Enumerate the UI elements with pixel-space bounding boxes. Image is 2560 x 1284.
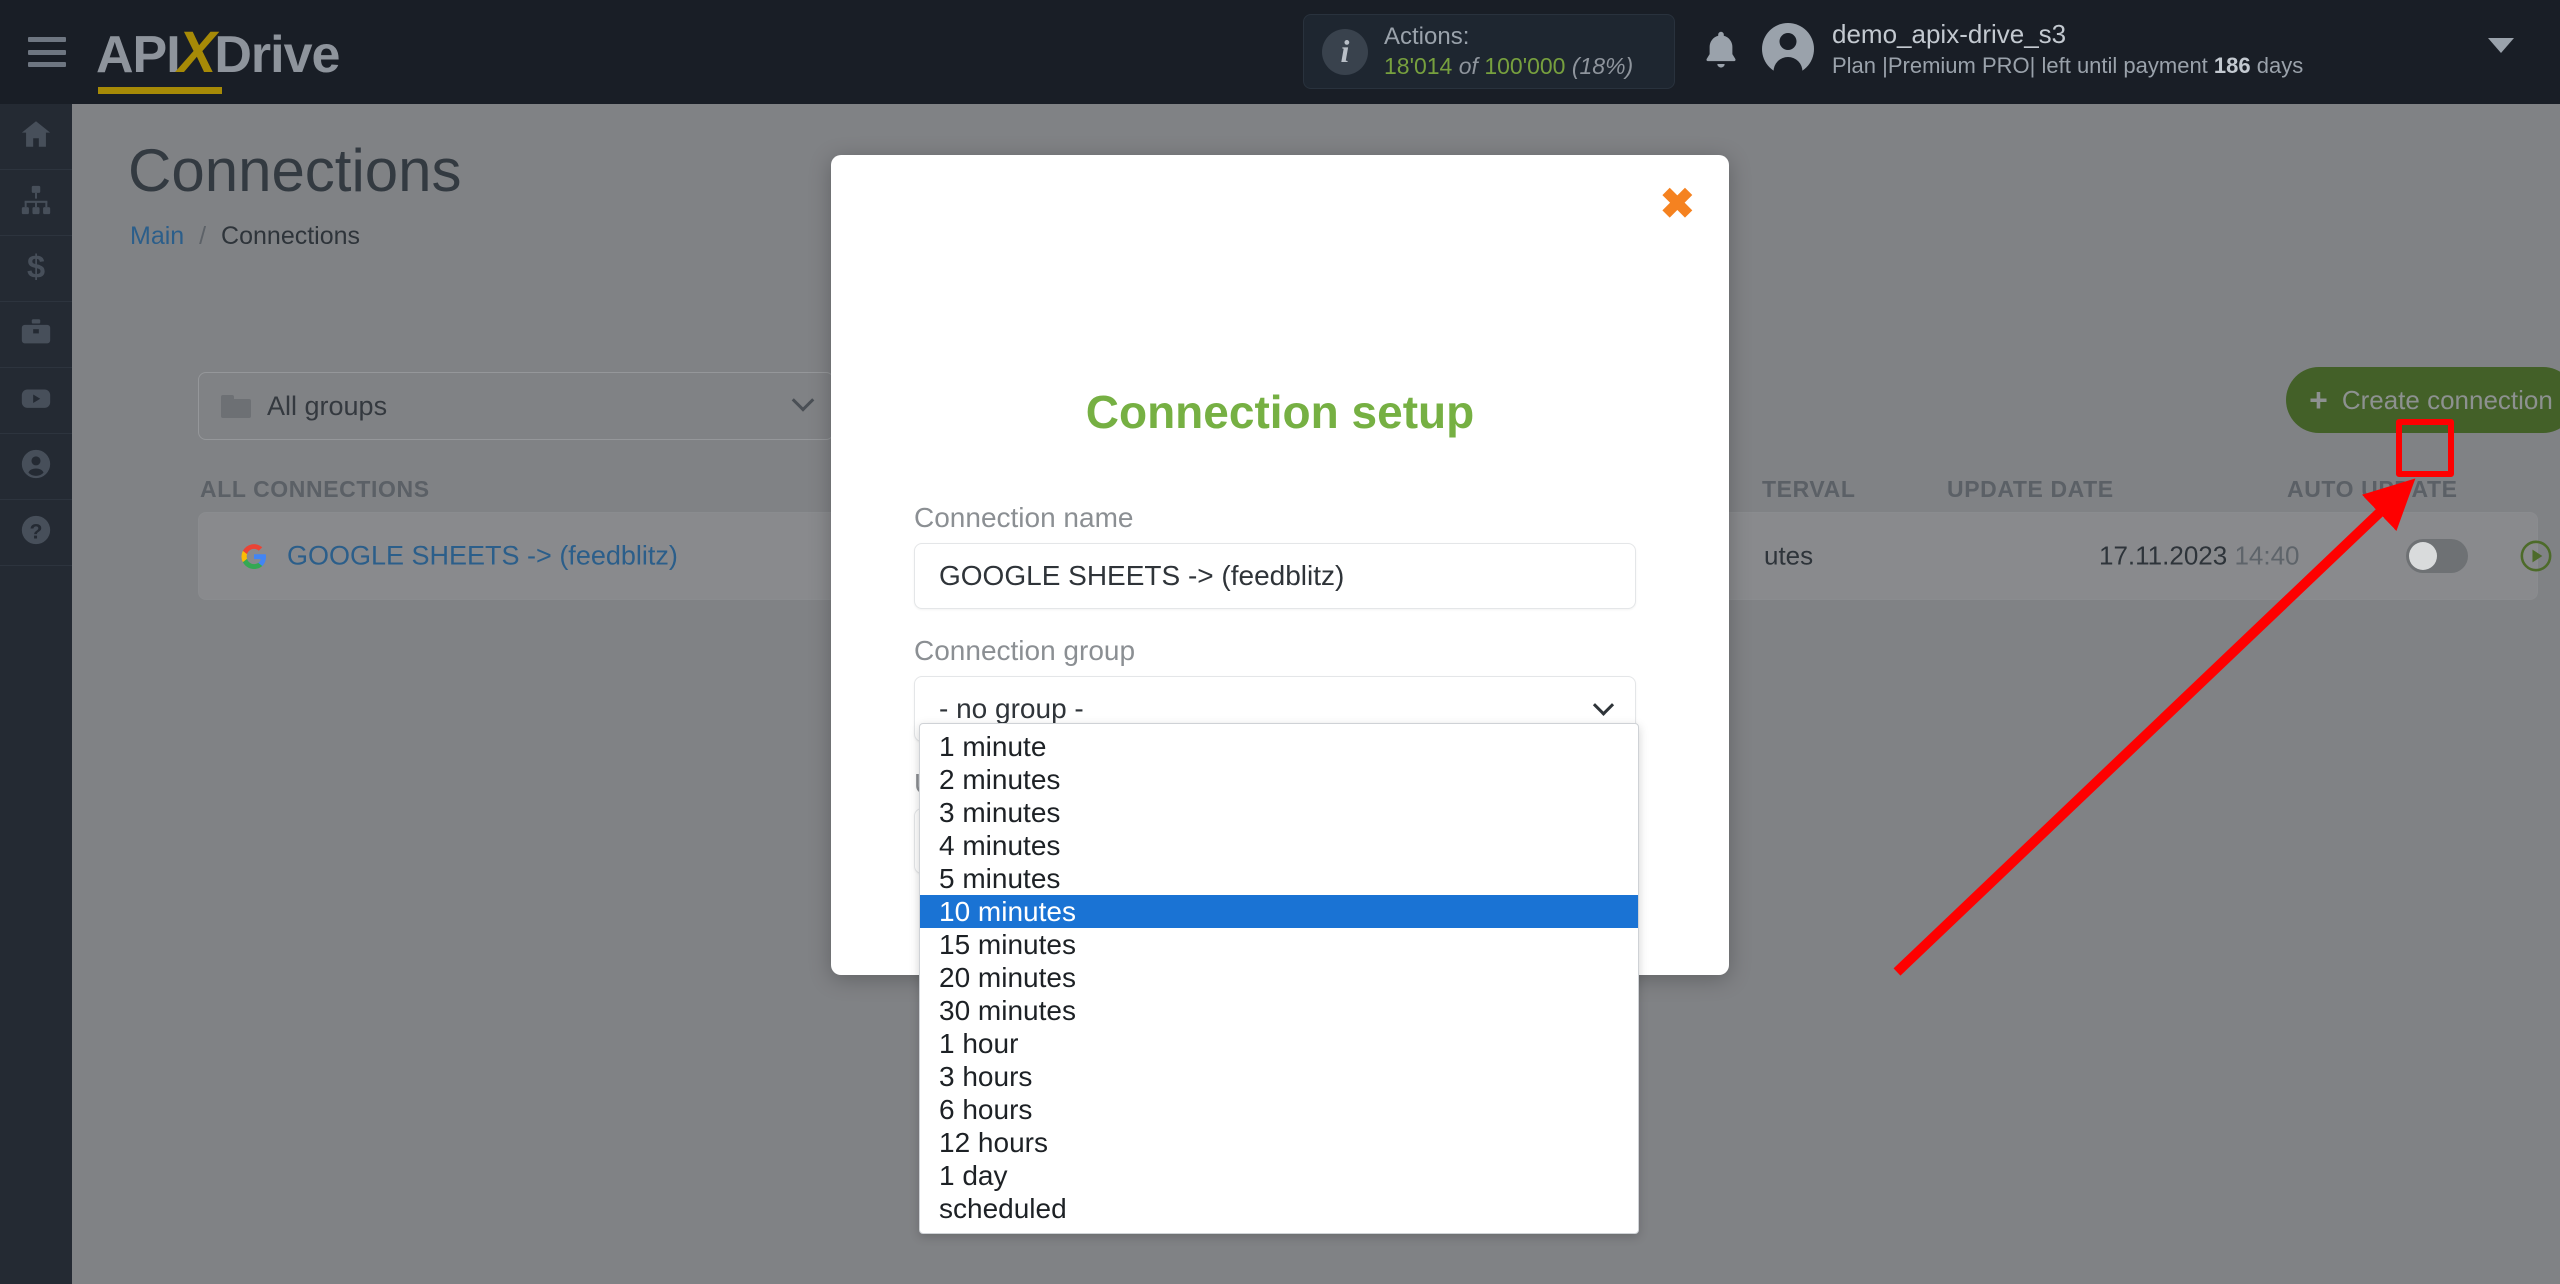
- run-now-icon[interactable]: [2519, 539, 2553, 573]
- update-interval-dropdown-list[interactable]: 1 minute 2 minutes 3 minutes 4 minutes 5 min…: [919, 723, 1639, 1234]
- interval-option[interactable]: 2 minutes: [920, 763, 1638, 796]
- interval-option[interactable]: 3 hours: [920, 1060, 1638, 1093]
- account-plan: Plan |Premium PRO| left until payment 18…: [1832, 52, 2303, 81]
- connection-interval-cell: utes: [1764, 540, 1814, 571]
- connection-update-date-cell: 17.11.2023 14:40: [2099, 541, 2300, 572]
- logo-underline: [98, 86, 222, 94]
- interval-option[interactable]: 1 minute: [920, 730, 1638, 763]
- breadcrumb-current: Connections: [221, 222, 361, 250]
- settings-gear-highlight-box: [2396, 419, 2454, 477]
- briefcase-icon: [19, 315, 53, 354]
- page-title: Connections: [128, 137, 462, 204]
- close-icon[interactable]: ✖: [1660, 183, 1695, 225]
- google-icon: [239, 541, 269, 571]
- breadcrumb: Main / Connections: [130, 222, 360, 251]
- interval-option[interactable]: 20 minutes: [920, 961, 1638, 994]
- chevron-down-icon: [791, 389, 815, 412]
- column-header-update-date: UPDATE DATE: [1947, 476, 2114, 502]
- account-text: demo_apix-drive_s3 Plan |Premium PRO| le…: [1832, 18, 2303, 80]
- update-date-value: 17.11.2023: [2099, 540, 2228, 571]
- breadcrumb-separator: /: [199, 222, 207, 250]
- left-sidebar: $ ?: [0, 104, 72, 1284]
- actions-of: of: [1458, 53, 1478, 80]
- connection-name-input[interactable]: GOOGLE SHEETS -> (feedblitz): [914, 543, 1636, 609]
- logo-api-text: API: [96, 25, 181, 84]
- create-connection-label: Create connection: [2341, 384, 2553, 415]
- sitemap-icon: [19, 183, 53, 222]
- account-username: demo_apix-drive_s3: [1832, 19, 2067, 49]
- interval-option[interactable]: 12 hours: [920, 1126, 1638, 1159]
- apixdrive-logo[interactable]: API X Drive: [96, 19, 340, 94]
- user-icon: [19, 447, 53, 486]
- sidebar-item-business[interactable]: [0, 302, 72, 368]
- logo-x-text: X: [177, 19, 217, 85]
- account-menu[interactable]: demo_apix-drive_s3 Plan |Premium PRO| le…: [1762, 18, 2303, 80]
- sidebar-item-billing[interactable]: $: [0, 236, 72, 302]
- burger-line: [28, 62, 66, 67]
- hamburger-menu-icon[interactable]: [28, 37, 66, 67]
- youtube-icon: [19, 381, 53, 420]
- connection-name-cell: GOOGLE SHEETS -> (feedblitz): [239, 541, 678, 572]
- interval-option[interactable]: 1 hour: [920, 1027, 1638, 1060]
- info-icon: i: [1322, 28, 1368, 75]
- sidebar-item-connections[interactable]: [0, 170, 72, 236]
- svg-text:?: ?: [30, 520, 43, 544]
- account-plan-prefix: Plan |Premium PRO| left until payment: [1832, 52, 2214, 78]
- interval-option[interactable]: 10 minutes: [920, 895, 1638, 928]
- burger-line: [28, 49, 66, 55]
- actions-used: 18'014: [1384, 53, 1453, 80]
- update-time-value: 14:40: [2234, 540, 2300, 571]
- sidebar-item-profile[interactable]: [0, 434, 72, 500]
- interval-option[interactable]: 5 minutes: [920, 862, 1638, 895]
- sidebar-item-home[interactable]: [0, 104, 72, 170]
- row-actions: [2519, 539, 2560, 573]
- actions-quota-box[interactable]: i Actions: 18'014 of 100'000 (18%): [1303, 14, 1675, 89]
- interval-option[interactable]: 4 minutes: [920, 829, 1638, 862]
- actions-total: 100'000: [1484, 53, 1566, 80]
- account-plan-days: 186: [2213, 52, 2251, 78]
- auto-update-toggle[interactable]: [2406, 539, 2468, 573]
- interval-option[interactable]: 3 minutes: [920, 796, 1638, 829]
- sidebar-item-video[interactable]: [0, 368, 72, 434]
- interval-option[interactable]: scheduled: [920, 1192, 1638, 1225]
- dollar-icon: $: [19, 248, 53, 288]
- actions-label: Actions:: [1384, 23, 1470, 51]
- account-plan-suffix: days: [2250, 52, 2304, 78]
- chevron-down-icon[interactable]: [2488, 38, 2514, 53]
- sidebar-item-help[interactable]: ?: [0, 500, 72, 566]
- groups-filter-select[interactable]: All groups: [198, 372, 834, 440]
- column-header-interval: TERVAL: [1762, 476, 1856, 502]
- avatar: [1762, 23, 1814, 76]
- interval-option[interactable]: 30 minutes: [920, 994, 1638, 1027]
- top-bar: API X Drive i Actions: 18'014 of 100'000…: [0, 0, 2560, 104]
- breadcrumb-main-link[interactable]: Main: [130, 222, 184, 250]
- actions-percent: (18%): [1571, 53, 1634, 80]
- actions-quota-text: Actions: 18'014 of 100'000 (18%): [1384, 22, 1633, 81]
- connection-name-label: Connection name: [914, 502, 1134, 533]
- connection-name-value: GOOGLE SHEETS -> (feedblitz): [939, 560, 1345, 591]
- section-label-all-connections: ALL CONNECTIONS: [200, 476, 430, 502]
- home-icon: [19, 117, 53, 156]
- notifications-bell-icon[interactable]: [1700, 28, 1742, 79]
- column-header-auto-update: AUTO UPDATE: [2287, 476, 2458, 502]
- burger-line: [28, 37, 66, 42]
- connection-name-link[interactable]: GOOGLE SHEETS -> (feedblitz): [287, 541, 678, 572]
- interval-option[interactable]: 1 day: [920, 1159, 1638, 1192]
- help-icon: ?: [19, 513, 53, 552]
- interval-option[interactable]: 6 hours: [920, 1093, 1638, 1126]
- modal-title: Connection setup: [1085, 386, 1475, 438]
- plus-icon: +: [2309, 381, 2328, 418]
- groups-filter-value: All groups: [267, 390, 388, 421]
- chevron-down-icon: [1592, 694, 1615, 716]
- connection-group-value: - no group -: [939, 693, 1084, 724]
- folder-icon: [221, 394, 251, 418]
- svg-text:$: $: [27, 249, 45, 283]
- actions-counts: 18'014 of 100'000 (18%): [1384, 52, 1633, 81]
- logo-drive-text: Drive: [214, 25, 340, 84]
- interval-option[interactable]: 15 minutes: [920, 928, 1638, 961]
- connection-group-label: Connection group: [914, 635, 1136, 666]
